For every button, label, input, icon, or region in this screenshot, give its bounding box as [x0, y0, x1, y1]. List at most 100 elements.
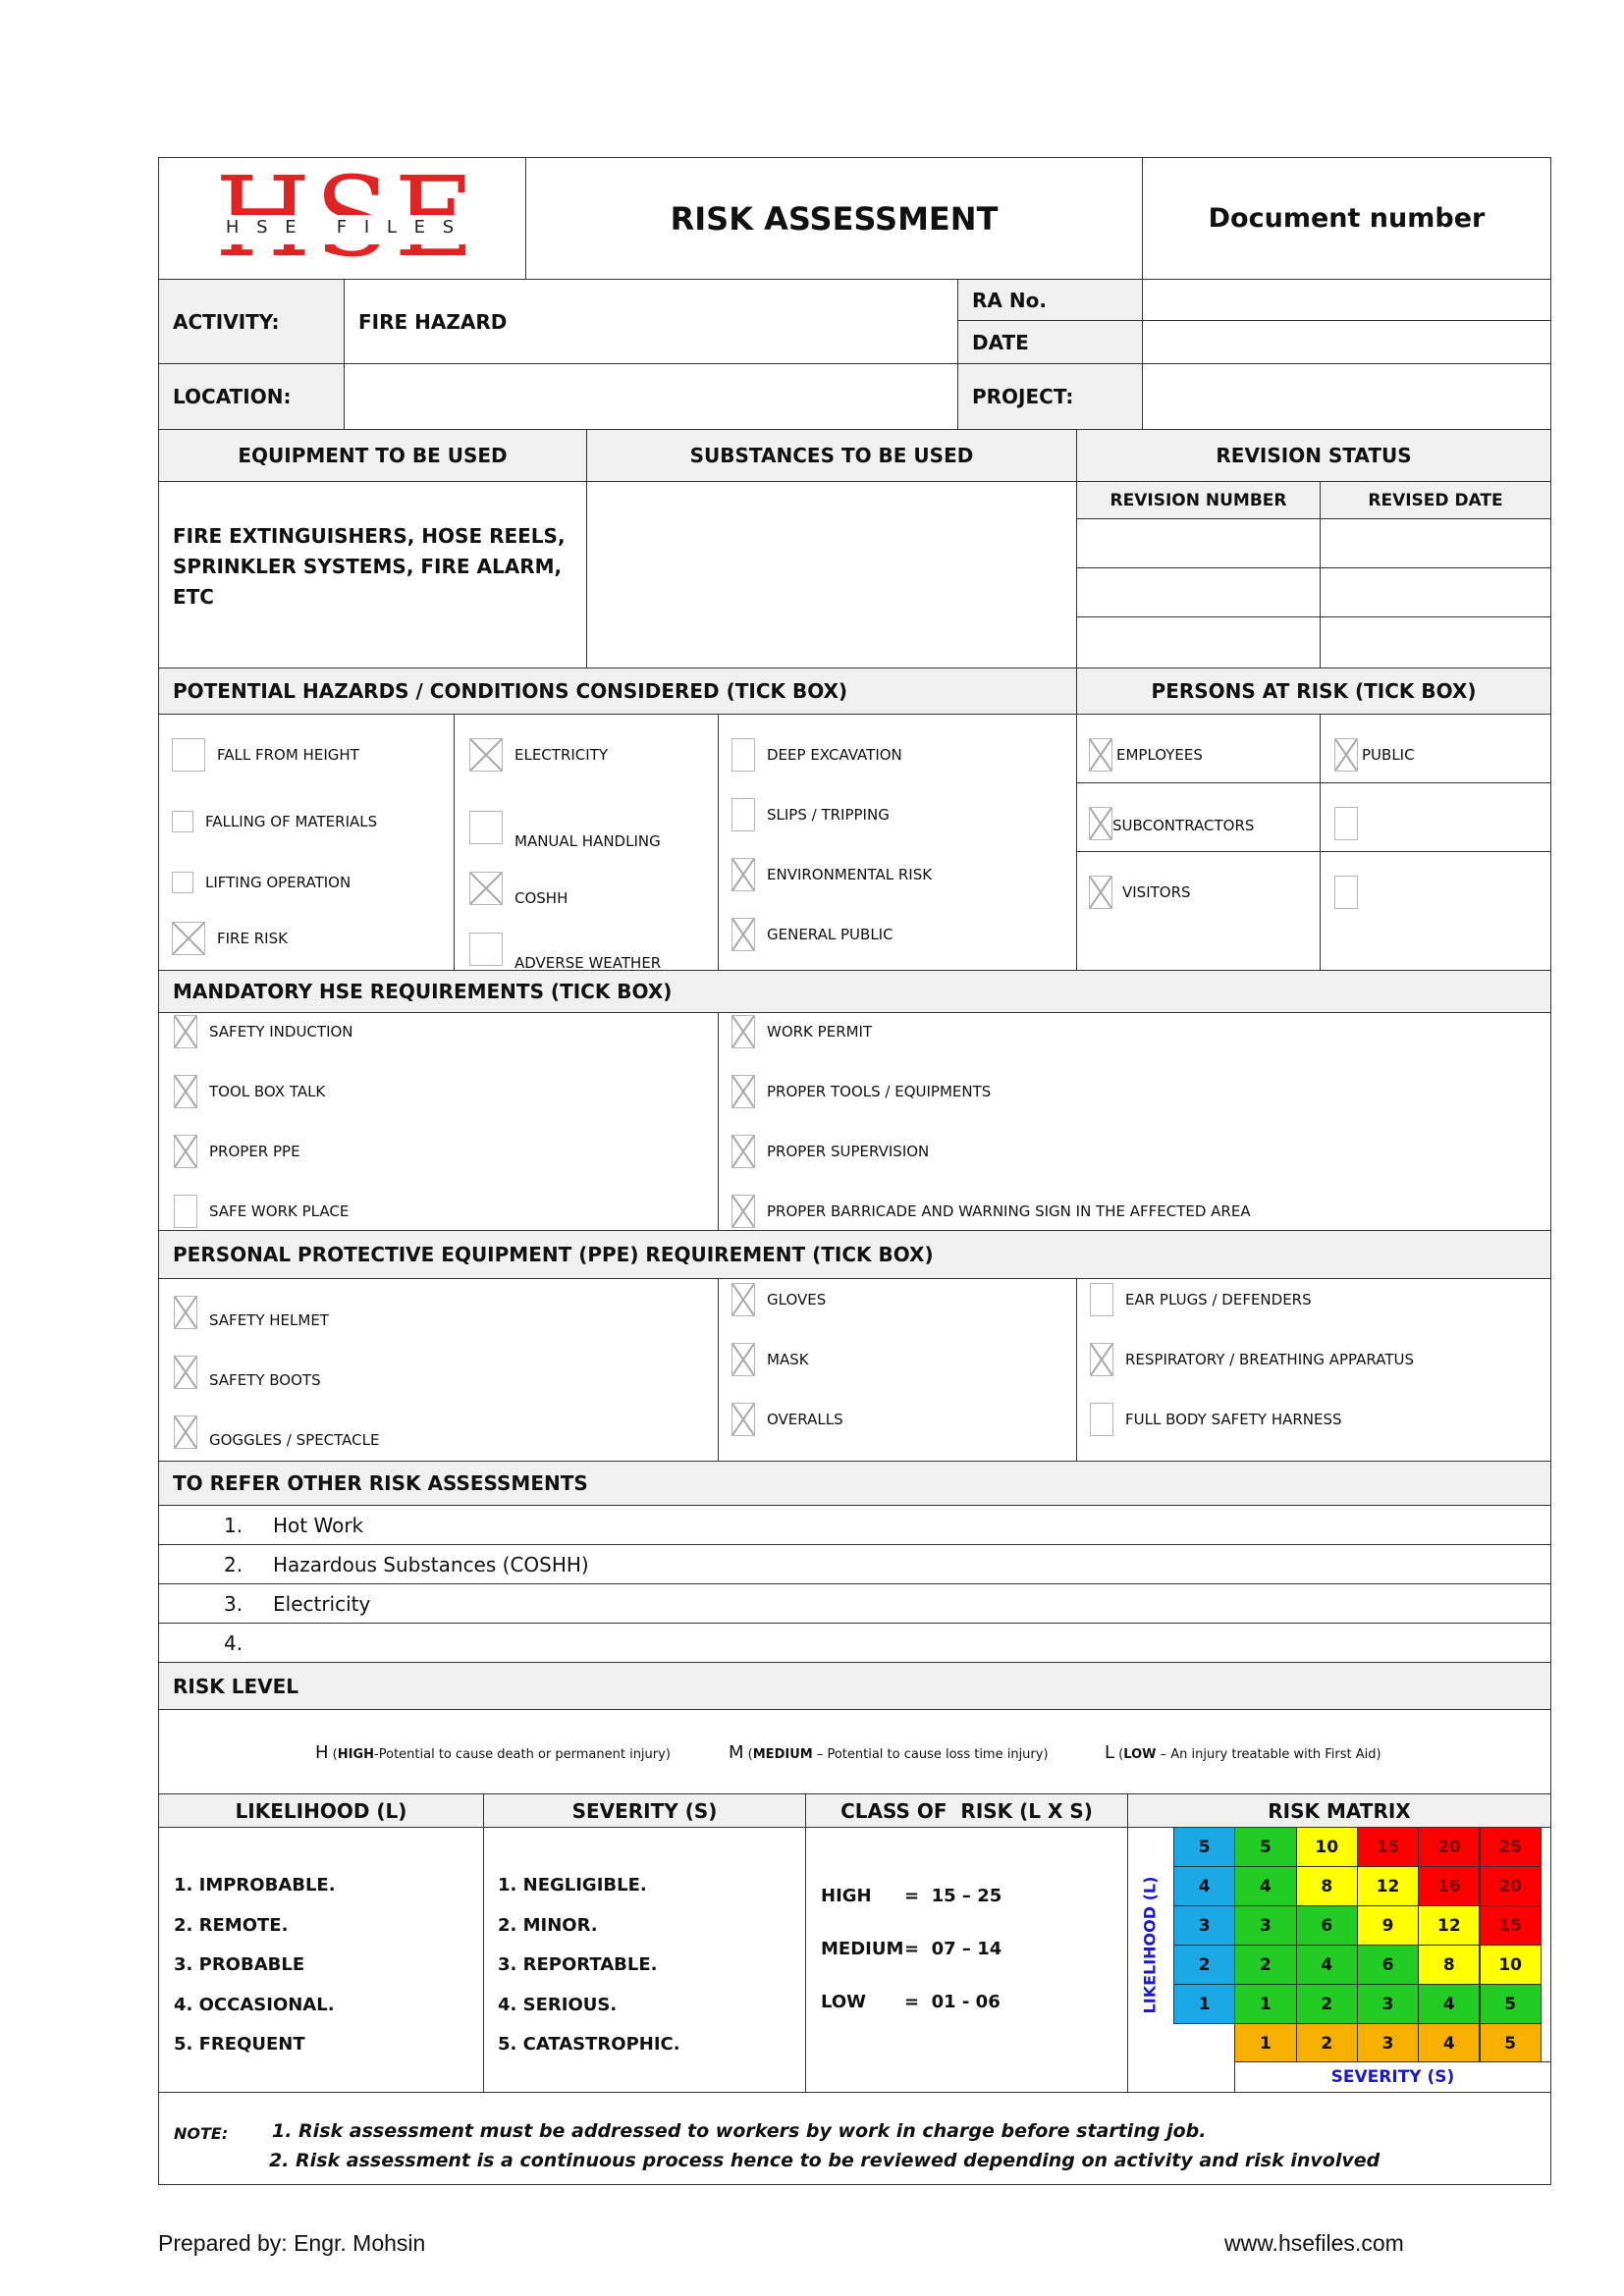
- ppe-item-goggles[interactable]: GOGGLES / SPECTACLE: [174, 1415, 379, 1449]
- hazard-item-fire-risk[interactable]: FIRE RISK: [172, 922, 288, 955]
- ra-no-field[interactable]: [1142, 279, 1551, 321]
- checkbox[interactable]: [1090, 1403, 1113, 1436]
- mandatory-item-safe-work-place[interactable]: SAFE WORK PLACE: [174, 1195, 349, 1228]
- revision-number-field[interactable]: [1076, 616, 1321, 668]
- class-of-risk-list: HIGH = 15 – 25 MEDIUM= 07 – 14 LOW = 01 - …: [805, 1827, 1128, 2093]
- ppe-item-mask[interactable]: MASK: [731, 1343, 809, 1376]
- refer-row[interactable]: 3. Electricity: [158, 1583, 1551, 1624]
- checkbox[interactable]: [1090, 1343, 1113, 1376]
- project-field[interactable]: [1142, 363, 1551, 430]
- checkbox[interactable]: [731, 1075, 755, 1108]
- hazard-item-lifting-operation[interactable]: LIFTING OPERATION: [172, 872, 351, 893]
- activity-value-field[interactable]: FIRE HAZARD: [344, 279, 958, 364]
- matrix-cell: 15: [1356, 1827, 1420, 1867]
- checkbox[interactable]: [1089, 876, 1112, 909]
- checkbox[interactable]: [731, 1283, 755, 1316]
- person-item-visitors[interactable]: VISITORS: [1089, 876, 1191, 909]
- checkbox[interactable]: [1089, 738, 1112, 772]
- checkbox[interactable]: [174, 1075, 197, 1108]
- persons-at-risk-header: PERSONS AT RISK (TICK BOX): [1076, 667, 1551, 715]
- checkbox[interactable]: [174, 1356, 197, 1389]
- checkbox[interactable]: [172, 922, 205, 955]
- hazard-item-fall-from-height[interactable]: FALL FROM HEIGHT: [172, 738, 359, 772]
- revised-date-field[interactable]: [1320, 518, 1551, 568]
- revision-number-field[interactable]: [1076, 518, 1321, 568]
- mandatory-item-tool-box-talk[interactable]: TOOL BOX TALK: [174, 1075, 325, 1108]
- checkbox[interactable]: [1090, 1283, 1113, 1316]
- hazard-item-manual-handling[interactable]: MANUAL HANDLING: [469, 811, 661, 850]
- mandatory-item-proper-supervision[interactable]: PROPER SUPERVISION: [731, 1135, 929, 1168]
- checkbox[interactable]: [469, 933, 503, 966]
- checkbox[interactable]: [469, 738, 503, 772]
- hazard-item-general-public[interactable]: GENERAL PUBLIC: [731, 918, 893, 951]
- checkbox[interactable]: [731, 1343, 755, 1376]
- ppe-item-safety-boots[interactable]: SAFETY BOOTS: [174, 1356, 321, 1389]
- mandatory-item-safety-induction[interactable]: SAFETY INDUCTION: [174, 1015, 353, 1048]
- ppe-item-full-body-harness[interactable]: FULL BODY SAFETY HARNESS: [1090, 1403, 1342, 1436]
- checkbox[interactable]: [174, 1135, 197, 1168]
- location-field[interactable]: [344, 363, 958, 430]
- matrix-cell: 5: [1479, 1984, 1542, 2024]
- checkbox[interactable]: [469, 872, 503, 905]
- hazard-item-falling-of-materials[interactable]: FALLING OF MATERIALS: [172, 811, 377, 832]
- checkbox[interactable]: [172, 872, 193, 893]
- person-item-blank[interactable]: [1334, 876, 1370, 909]
- checkbox[interactable]: [731, 1015, 755, 1048]
- checkbox[interactable]: [731, 738, 755, 772]
- checkbox[interactable]: [731, 918, 755, 951]
- ppe-item-gloves[interactable]: GLOVES: [731, 1283, 826, 1316]
- hazard-item-adverse-weather[interactable]: ADVERSE WEATHER: [469, 933, 661, 972]
- checkbox[interactable]: [731, 1403, 755, 1436]
- person-item-subcontractors[interactable]: SUBCONTRACTORS: [1089, 807, 1254, 840]
- checkbox[interactable]: [469, 811, 503, 844]
- ppe-item-safety-helmet[interactable]: SAFETY HELMET: [174, 1296, 329, 1329]
- date-field[interactable]: [1142, 320, 1551, 364]
- checkbox[interactable]: [172, 738, 205, 772]
- checkbox[interactable]: [731, 1135, 755, 1168]
- refer-row[interactable]: 4.: [158, 1623, 1551, 1663]
- checkbox[interactable]: [172, 811, 193, 832]
- hazard-item-electricity[interactable]: ELECTRICITY: [469, 738, 608, 772]
- document-number-cell[interactable]: Document number: [1142, 157, 1551, 280]
- revised-date-field[interactable]: [1320, 567, 1551, 617]
- checkbox[interactable]: [174, 1296, 197, 1329]
- refer-row[interactable]: 1. Hot Work: [158, 1505, 1551, 1545]
- checkbox[interactable]: [1089, 807, 1112, 840]
- mandatory-item-proper-ppe[interactable]: PROPER PPE: [174, 1135, 300, 1168]
- checkbox[interactable]: [731, 1195, 755, 1228]
- hazard-item-environmental-risk[interactable]: ENVIRONMENTAL RISK: [731, 858, 932, 891]
- checkbox[interactable]: [174, 1195, 197, 1228]
- checkbox[interactable]: [731, 798, 755, 831]
- hazard-item-deep-excavation[interactable]: DEEP EXCAVATION: [731, 738, 902, 772]
- checkbox[interactable]: [731, 858, 755, 891]
- revised-date-field[interactable]: [1320, 616, 1551, 668]
- person-item-employees[interactable]: EMPLOYEES: [1089, 738, 1203, 772]
- mandatory-item-work-permit[interactable]: WORK PERMIT: [731, 1015, 872, 1048]
- risk-matrix-header-text: RISK MATRIX: [1268, 1798, 1411, 1823]
- hazard-item-slips-tripping[interactable]: SLIPS / TRIPPING: [731, 798, 890, 831]
- hazard-item-coshh[interactable]: COSHH: [469, 872, 568, 907]
- checkbox[interactable]: [174, 1415, 197, 1449]
- checkbox[interactable]: [1334, 807, 1358, 840]
- person-item-public[interactable]: PUBLIC: [1334, 738, 1415, 772]
- ppe-item-respiratory[interactable]: RESPIRATORY / BREATHING APPARATUS: [1090, 1343, 1414, 1376]
- substances-field[interactable]: [586, 481, 1077, 668]
- matrix-cell: 9: [1356, 1905, 1420, 1946]
- ppe-item-ear-plugs[interactable]: EAR PLUGS / DEFENDERS: [1090, 1283, 1312, 1316]
- matrix-likelihood-value: 4: [1173, 1866, 1236, 1906]
- ppe-label: RESPIRATORY / BREATHING APPARATUS: [1125, 1351, 1414, 1368]
- checkbox[interactable]: [1334, 738, 1358, 772]
- risk-letter: H: [315, 1742, 329, 1763]
- equipment-field[interactable]: FIRE EXTINGUISHERS, HOSE REELS, SPRINKLE…: [158, 481, 587, 668]
- ppe-item-overalls[interactable]: OVERALLS: [731, 1403, 843, 1436]
- checkbox[interactable]: [1334, 876, 1358, 909]
- person-item-blank[interactable]: [1334, 807, 1370, 840]
- mandatory-item-proper-tools[interactable]: PROPER TOOLS / EQUIPMENTS: [731, 1075, 991, 1108]
- substances-header: SUBSTANCES TO BE USED: [586, 429, 1077, 482]
- refer-row[interactable]: 2. Hazardous Substances (COSHH): [158, 1544, 1551, 1584]
- checkbox[interactable]: [174, 1015, 197, 1048]
- document-number-label: Document number: [1208, 203, 1486, 234]
- revision-number-field[interactable]: [1076, 567, 1321, 617]
- mandatory-item-proper-barricade[interactable]: PROPER BARRICADE AND WARNING SIGN IN THE…: [731, 1195, 1251, 1228]
- website-link[interactable]: www.hsefiles.com: [1224, 2230, 1404, 2257]
